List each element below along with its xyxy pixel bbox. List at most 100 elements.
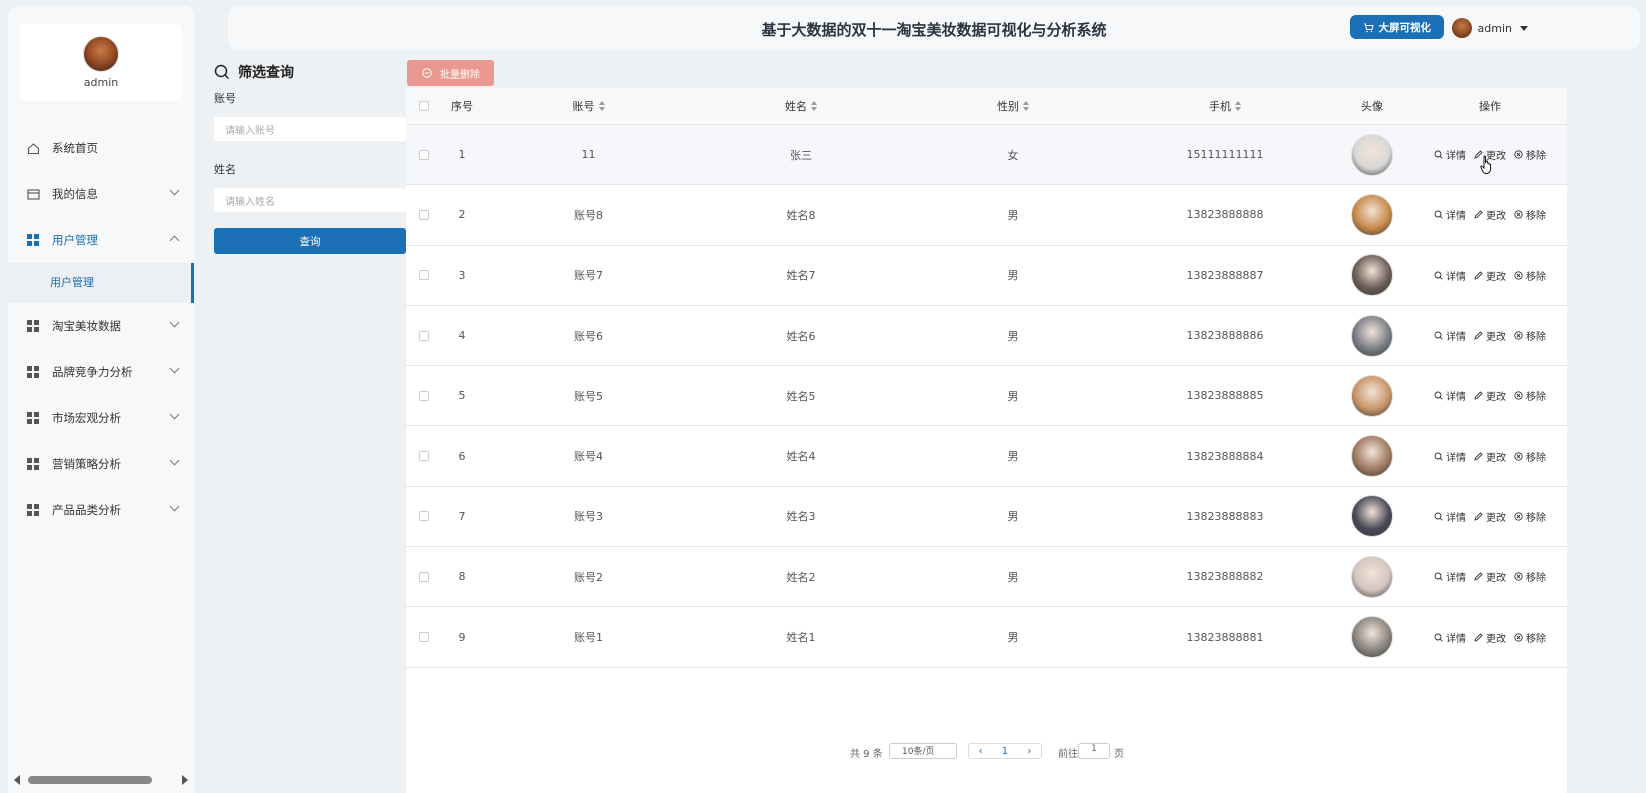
edit-button[interactable]: 更改 [1474,569,1506,584]
row-actions: 详情 更改 移除 [1413,630,1567,645]
remove-button[interactable]: 移除 [1514,509,1546,524]
sidebar-item-marketing-analysis[interactable]: 营销策略分析 [8,441,194,487]
edit-button[interactable]: 更改 [1474,449,1506,464]
avatar[interactable] [1351,495,1393,538]
cell-sex: 男 [1007,510,1019,524]
prev-page-icon[interactable]: ‹ [979,746,983,757]
detail-button[interactable]: 详情 [1434,509,1466,524]
table-row[interactable]: 5 账号5 姓名5 男 13823888885 详情 更改 移除 [406,366,1567,427]
row-checkbox[interactable] [419,511,429,522]
edit-button[interactable]: 更改 [1474,328,1506,343]
jump-prefix: 前往 [1058,749,1078,760]
table-row[interactable]: 2 账号8 姓名8 男 13823888888 详情 更改 移除 [406,185,1567,246]
cell-phone: 13823888883 [1186,509,1264,523]
edit-button[interactable]: 更改 [1474,388,1506,403]
page-size-select[interactable]: 10条/页 [889,743,957,759]
bigscreen-button[interactable]: 大屏可视化 [1349,15,1444,39]
avatar[interactable] [1351,374,1393,417]
name-input[interactable]: 请输入姓名 [214,188,406,212]
remove-button[interactable]: 移除 [1514,449,1546,464]
header-sex[interactable]: 性别 [907,98,1119,114]
row-checkbox[interactable] [419,149,429,160]
chevron-down-icon [169,363,180,374]
remove-button[interactable]: 移除 [1514,388,1546,403]
batch-delete-button[interactable]: 批量删除 [407,60,494,86]
remove-button[interactable]: 移除 [1514,147,1546,162]
header-phone[interactable]: 手机 [1119,98,1331,114]
avatar[interactable] [1351,435,1393,478]
row-checkbox[interactable] [419,209,429,220]
cell-index: 9 [458,630,466,644]
detail-button[interactable]: 详情 [1434,207,1466,222]
avatar[interactable] [83,36,119,72]
header-account[interactable]: 账号 [482,98,695,114]
edit-button[interactable]: 更改 [1474,509,1506,524]
scroll-left-icon[interactable] [14,775,20,785]
sidebar-item-my-info[interactable]: 我的信息 [8,171,194,217]
remove-button[interactable]: 移除 [1514,630,1546,645]
detail-button[interactable]: 详情 [1434,268,1466,283]
sort-icon[interactable] [811,101,817,111]
detail-button[interactable]: 详情 [1434,569,1466,584]
detail-button[interactable]: 详情 [1434,630,1466,645]
current-page[interactable]: 1 [1002,746,1008,757]
remove-button[interactable]: 移除 [1514,569,1546,584]
remove-button[interactable]: 移除 [1514,268,1546,283]
sort-icon[interactable] [1235,101,1241,111]
detail-button[interactable]: 详情 [1434,449,1466,464]
sidebar-subitem-user-management[interactable]: 用户管理 [8,263,194,303]
avatar[interactable] [1351,193,1393,236]
select-all-checkbox[interactable] [419,101,429,111]
sidebar-horizontal-scrollbar[interactable] [12,773,192,787]
row-checkbox[interactable] [419,330,429,341]
user-menu[interactable]: admin [1451,18,1528,38]
table-row[interactable]: 3 账号7 姓名7 男 13823888887 详情 更改 移除 [406,246,1567,306]
remove-button[interactable]: 移除 [1514,328,1546,343]
chevron-down-icon [169,455,180,466]
table-row[interactable]: 1 11 张三 女 15111111111 详情 更改 移除 [406,125,1567,186]
query-button[interactable]: 查询 [214,228,406,254]
detail-button[interactable]: 详情 [1434,388,1466,403]
avatar[interactable] [1351,133,1393,176]
search-icon [1434,271,1443,280]
row-checkbox[interactable] [419,451,429,462]
avatar[interactable] [1351,555,1393,598]
table-row[interactable]: 8 账号2 姓名2 男 13823888882 详情 更改 移除 [406,547,1567,608]
sidebar-item-taobao-data[interactable]: 淘宝美妆数据 [8,303,194,349]
edit-button[interactable]: 更改 [1474,630,1506,645]
sidebar-item-label: 我的信息 [52,187,98,201]
sidebar-item-market-analysis[interactable]: 市场宏观分析 [8,395,194,441]
cell-phone: 13823888884 [1186,449,1264,463]
jump-page-input[interactable]: 1 [1078,743,1110,759]
edit-button[interactable]: 更改 [1474,207,1506,222]
sidebar-item-category-analysis[interactable]: 产品品类分析 [8,487,194,533]
table-row[interactable]: 9 账号1 姓名1 男 13823888881 详情 更改 移除 [406,607,1567,668]
remove-button[interactable]: 移除 [1514,207,1546,222]
detail-button[interactable]: 详情 [1434,147,1466,162]
row-checkbox[interactable] [419,571,429,582]
row-checkbox[interactable] [419,632,429,643]
scroll-right-icon[interactable] [182,775,188,785]
detail-button[interactable]: 详情 [1434,328,1466,343]
sidebar-item-user-management[interactable]: 用户管理 [8,217,194,263]
header-name[interactable]: 姓名 [695,98,907,114]
avatar[interactable] [1351,254,1393,297]
account-input[interactable]: 请输入账号 [214,117,406,141]
row-checkbox[interactable] [419,270,429,281]
sidebar-item-brand-analysis[interactable]: 品牌竞争力分析 [8,349,194,395]
sidebar-item-home[interactable]: 系统首页 [8,125,194,171]
sidebar-item-label: 品牌竞争力分析 [52,365,133,379]
table-row[interactable]: 6 账号4 姓名4 男 13823888884 详情 更改 移除 [406,426,1567,487]
next-page-icon[interactable]: › [1027,746,1031,757]
avatar[interactable] [1351,314,1393,357]
cell-index: 5 [458,389,466,403]
table-row[interactable]: 7 账号3 姓名3 男 13823888883 详情 更改 移除 [406,487,1567,548]
table-row[interactable]: 4 账号6 姓名6 男 13823888886 详情 更改 移除 [406,306,1567,367]
row-checkbox[interactable] [419,390,429,401]
sort-icon[interactable] [598,101,605,111]
detail-label: 详情 [1446,512,1466,524]
sort-icon[interactable] [1023,101,1029,111]
scrollbar-thumb[interactable] [28,776,152,784]
avatar[interactable] [1351,616,1393,659]
edit-button[interactable]: 更改 [1474,268,1506,283]
